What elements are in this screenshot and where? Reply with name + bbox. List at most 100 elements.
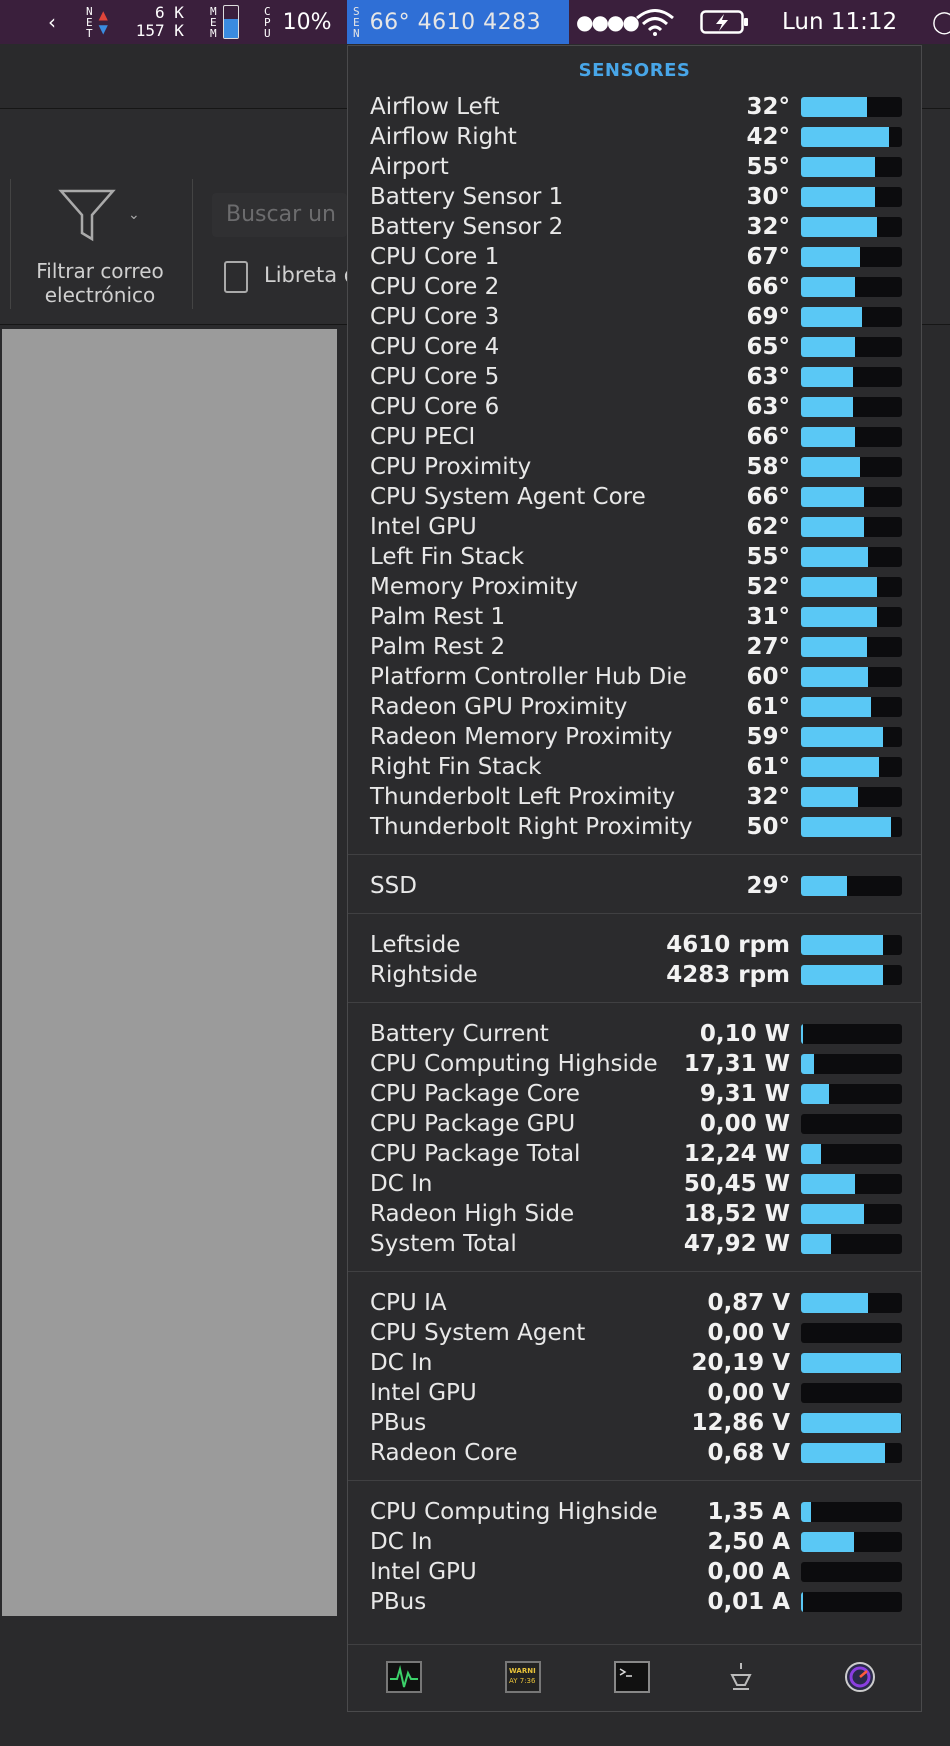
- power-row: CPU Package GPU 0,00 W: [370, 1109, 902, 1139]
- sensor-bar: [801, 1144, 902, 1164]
- sensor-name: CPU Core 6: [370, 394, 500, 420]
- sensor-name: Battery Sensor 1: [370, 184, 564, 210]
- console-text-2: AY 7:36: [509, 1677, 536, 1685]
- chevron-left-icon[interactable]: ‹: [48, 0, 56, 44]
- sensor-bar-fill: [801, 1443, 885, 1463]
- sensor-value: 32°: [746, 94, 790, 120]
- terminal-icon[interactable]: [614, 1661, 650, 1693]
- sensor-bar: [801, 217, 902, 237]
- sensor-value: 0,00 W: [699, 1111, 790, 1137]
- sensor-bar: [801, 1413, 902, 1433]
- sensor-bar: [801, 727, 902, 747]
- sensors-menu-extra[interactable]: SEN 66° 4610 4283: [347, 0, 569, 44]
- sensor-bar: [801, 935, 902, 955]
- sensor-bar-fill: [801, 637, 867, 657]
- clock[interactable]: Lun 11:12: [782, 0, 897, 44]
- sensor-bar: [801, 1443, 902, 1463]
- sensor-value: 27°: [746, 634, 790, 660]
- temperature-row: CPU Core 6 63°: [370, 392, 902, 422]
- sensor-value: 18,52 W: [683, 1201, 790, 1227]
- sensor-name: Battery Sensor 2: [370, 214, 564, 240]
- sensor-bar-fill: [801, 517, 864, 537]
- temperature-row: Airflow Left 32°: [370, 92, 902, 122]
- message-preview-placeholder: [2, 329, 337, 1616]
- sensor-bar: [801, 965, 902, 985]
- sensor-value: 29°: [746, 873, 790, 899]
- sensor-bar-fill: [801, 1024, 804, 1044]
- temperature-row: Platform Controller Hub Die 60°: [370, 662, 902, 692]
- sensor-bar-fill: [801, 1592, 804, 1612]
- console-text-1: WARNI: [509, 1667, 536, 1675]
- sensor-name: CPU IA: [370, 1290, 447, 1316]
- activity-monitor-icon[interactable]: [386, 1661, 422, 1693]
- memory-monitor[interactable]: MEM: [210, 0, 239, 44]
- temperature-row: Battery Sensor 2 32°: [370, 212, 902, 242]
- address-book-icon[interactable]: [224, 261, 248, 293]
- fan-row: Leftside 4610 rpm: [370, 930, 902, 960]
- sensor-name: Thunderbolt Right Proximity: [370, 814, 693, 840]
- istat-menus-icon[interactable]: [842, 1661, 878, 1693]
- current-row: Intel GPU 0,00 A: [370, 1557, 902, 1587]
- sensor-name: Thunderbolt Left Proximity: [370, 784, 676, 810]
- sensor-bar: [801, 577, 902, 597]
- sensor-value: 0,00 V: [707, 1380, 790, 1406]
- sensor-bar: [801, 487, 902, 507]
- system-information-icon[interactable]: [723, 1661, 759, 1693]
- temperature-row: Palm Rest 2 27°: [370, 632, 902, 662]
- sensor-name: CPU Computing Highside: [370, 1499, 658, 1525]
- menu-bar: ‹ NET ▲ ▼ 6 K 157 K MEM CPU 10% SEN 66° …: [0, 0, 950, 44]
- sensor-name: Platform Controller Hub Die: [370, 664, 687, 690]
- sensor-value: 61°: [746, 754, 790, 780]
- sensor-name: Battery Current: [370, 1021, 549, 1047]
- filter-icon[interactable]: [58, 187, 116, 245]
- sensor-bar: [801, 817, 902, 837]
- cpu-monitor[interactable]: CPU 10%: [264, 0, 332, 44]
- sensor-bar-fill: [801, 307, 862, 327]
- battery-charging-icon[interactable]: [700, 0, 750, 44]
- sensor-name: Airflow Right: [370, 124, 517, 150]
- temperature-row: Airflow Right 42°: [370, 122, 902, 152]
- temperature-row: CPU Proximity 58°: [370, 452, 902, 482]
- temperature-row: CPU Core 4 65°: [370, 332, 902, 362]
- temperature-row: CPU System Agent Core 66°: [370, 482, 902, 512]
- wifi-icon[interactable]: [634, 0, 676, 44]
- network-monitor[interactable]: NET ▲ ▼ 6 K 157 K: [86, 0, 184, 44]
- sensor-bar-fill: [801, 667, 868, 687]
- sensor-value: 61°: [746, 694, 790, 720]
- temperature-row: CPU Core 2 66°: [370, 272, 902, 302]
- sensor-bar-fill: [801, 277, 855, 297]
- sensor-name: Intel GPU: [370, 1559, 477, 1585]
- net-arrows: ▲ ▼: [99, 8, 108, 36]
- sensor-value: 32°: [746, 784, 790, 810]
- sensor-bar: [801, 397, 902, 417]
- sensor-value: 0,00 V: [707, 1320, 790, 1346]
- sensor-value: 4283 rpm: [666, 962, 790, 988]
- sensor-value: 31°: [746, 604, 790, 630]
- spotlight-icon[interactable]: ◯: [932, 0, 950, 44]
- sensor-value: 66°: [746, 274, 790, 300]
- sensor-bar: [801, 1114, 902, 1134]
- sensor-name: CPU Package Total: [370, 1141, 581, 1167]
- cpu-label: CPU: [264, 4, 271, 40]
- sensor-value: 32°: [746, 214, 790, 240]
- dots-icon[interactable]: ●●●●: [576, 0, 640, 44]
- sensor-value: 42°: [746, 124, 790, 150]
- fan-row: Rightside 4283 rpm: [370, 960, 902, 990]
- sensor-bar-fill: [801, 1144, 822, 1164]
- filter-mail-button[interactable]: Filtrar correo electrónico: [0, 259, 200, 307]
- search-input[interactable]: Buscar un: [212, 193, 347, 237]
- console-icon[interactable]: WARNI AY 7:36: [505, 1661, 541, 1693]
- sensor-name: CPU Computing Highside: [370, 1051, 658, 1077]
- sensor-name: Radeon High Side: [370, 1201, 575, 1227]
- sensor-bar: [801, 1562, 902, 1582]
- sensor-value: 2,50 A: [707, 1529, 790, 1555]
- sensor-bar: [801, 457, 902, 477]
- search-placeholder: Buscar un: [226, 202, 336, 227]
- address-book-label[interactable]: Libreta d: [264, 263, 357, 287]
- sensor-value: 50,45 W: [683, 1171, 790, 1197]
- sensor-value: 60°: [746, 664, 790, 690]
- power-row: Battery Current 0,10 W: [370, 1019, 902, 1049]
- chevron-down-icon[interactable]: ⌄: [128, 207, 140, 223]
- sensor-bar-fill: [801, 577, 877, 597]
- sensor-bar: [801, 1383, 902, 1403]
